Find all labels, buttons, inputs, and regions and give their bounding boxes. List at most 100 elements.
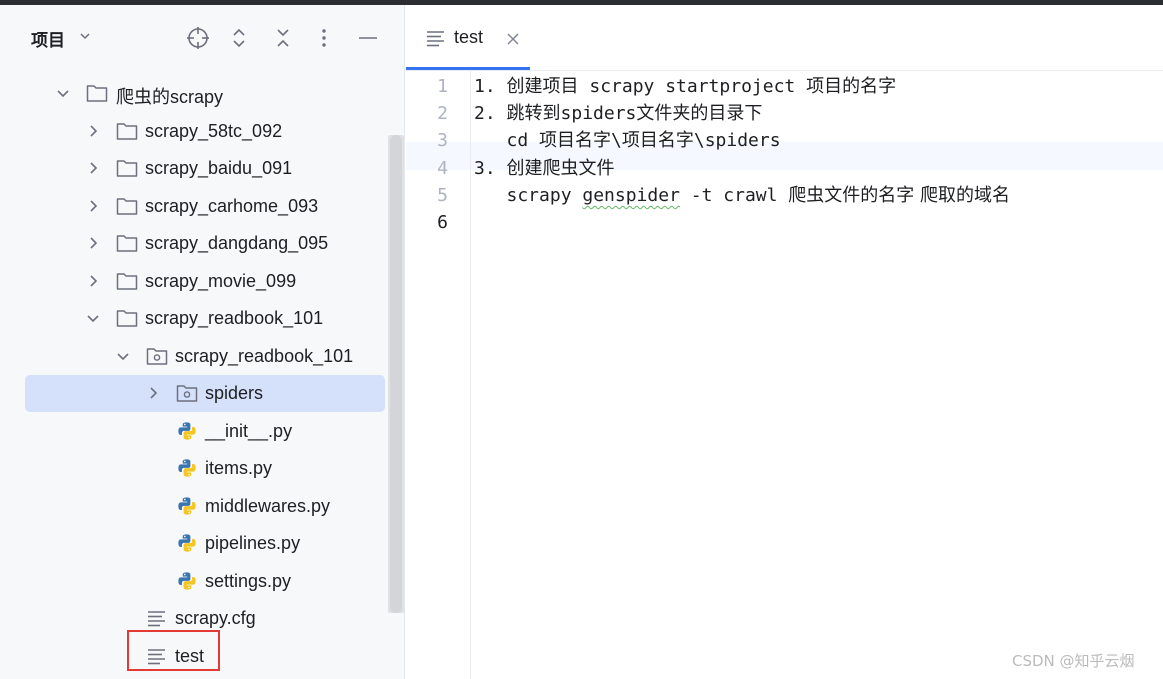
chevron-right-icon[interactable]: [86, 236, 100, 250]
line-number-current: 6: [437, 212, 448, 233]
code-text: 文件夹的目录下: [636, 103, 763, 124]
tree-item-folder[interactable]: scrapy_58tc_092: [0, 113, 385, 150]
chevron-right-icon[interactable]: [86, 199, 100, 213]
package-folder-icon: [146, 348, 168, 365]
expand-all-icon[interactable]: [227, 26, 251, 50]
code-text: 跳转到: [506, 103, 561, 124]
annotation-highlight-box: [127, 630, 220, 671]
tree-item-label: scrapy_dangdang_095: [145, 233, 329, 253]
folder-icon: [116, 123, 138, 140]
tree-item-label: 爬虫的scrapy: [116, 87, 224, 107]
tree-item-label: scrapy_readbook_101: [175, 346, 354, 366]
code-text: \spiders: [693, 130, 781, 151]
text-file-icon: [427, 31, 444, 47]
python-file-icon: [178, 534, 196, 552]
code-text: spiders: [560, 103, 637, 124]
tree-item-label: __init__.py: [205, 421, 293, 441]
python-file-icon: [178, 459, 196, 477]
more-options-icon[interactable]: [312, 26, 336, 50]
tree-item-python-file[interactable]: middlewares.py: [0, 488, 385, 525]
python-file-icon: [178, 497, 196, 515]
folder-icon: [116, 235, 138, 252]
project-panel: 项目 爬虫的scrapy scrapy_58tc_092 scrapy_baid…: [0, 5, 405, 679]
code-line: 3. 创建爬虫文件: [474, 155, 615, 182]
locate-icon[interactable]: [186, 26, 210, 50]
code-line: cd 项目名字\项目名字\spiders: [474, 127, 781, 154]
tree-item-label: spiders: [205, 383, 264, 403]
scrollbar[interactable]: [388, 135, 404, 613]
code-line: 2. 跳转到spiders文件夹的目录下: [474, 100, 762, 127]
tree-item-python-file[interactable]: pipelines.py: [0, 525, 385, 562]
tree-item-package-selected[interactable]: spiders: [0, 375, 385, 412]
folder-icon: [116, 273, 138, 290]
code-text: 2.: [474, 103, 507, 124]
text-file-icon: [148, 611, 165, 627]
package-folder-icon: [176, 385, 198, 402]
code-text: cd: [474, 130, 540, 151]
tree-item-folder[interactable]: scrapy_movie_099: [0, 263, 385, 300]
tree-item-python-file[interactable]: settings.py: [0, 563, 385, 600]
code-text: 1.: [474, 76, 507, 97]
code-text: \: [611, 130, 622, 151]
code-text: scrapy startproject: [578, 76, 807, 97]
close-icon[interactable]: [506, 32, 520, 46]
code-text: -t crawl: [679, 185, 789, 206]
project-panel-title[interactable]: 项目: [31, 26, 65, 51]
code-text: 创建项目: [506, 76, 579, 97]
code-text: 爬虫文件的名字 爬取的域名: [788, 185, 1011, 206]
folder-icon: [116, 198, 138, 215]
code-text-spellcheck: genspider: [582, 185, 680, 206]
line-number: 1: [437, 76, 448, 97]
chevron-down-icon[interactable]: [56, 86, 70, 100]
chevron-down-icon[interactable]: [116, 349, 130, 363]
code-text: 项目的名字: [806, 76, 897, 97]
tree-item-label: scrapy.cfg: [175, 608, 256, 628]
chevron-right-icon[interactable]: [86, 274, 100, 288]
python-file-icon: [178, 572, 196, 590]
tree-item-folder[interactable]: scrapy_carhome_093: [0, 188, 385, 225]
code-text: 创建爬虫文件: [506, 158, 615, 179]
editor: test 1 2 3 4 5 6 1. 创建项目 scrapy startpro…: [406, 5, 1163, 679]
minimize-icon[interactable]: [356, 26, 380, 50]
tree-item-python-file[interactable]: items.py: [0, 450, 385, 487]
line-number: 4: [437, 158, 448, 179]
collapse-all-icon[interactable]: [271, 26, 295, 50]
chevron-down-icon[interactable]: [78, 29, 92, 43]
code-line: 1. 创建项目 scrapy startproject 项目的名字: [474, 73, 896, 100]
tree-item-package[interactable]: scrapy_readbook_101: [0, 338, 385, 375]
tree-item-folder[interactable]: scrapy_baidu_091: [0, 150, 385, 187]
scrollbar-thumb[interactable]: [390, 135, 402, 613]
code-text: 3.: [474, 158, 507, 179]
folder-icon: [116, 160, 138, 177]
project-panel-header: 项目: [0, 5, 405, 69]
tree-item-label: scrapy_baidu_091: [145, 158, 293, 178]
tab-label: test: [454, 27, 484, 47]
tree-item-folder[interactable]: scrapy_readbook_101: [0, 300, 385, 337]
python-file-icon: [178, 422, 196, 440]
line-number: 3: [437, 130, 448, 151]
tree-item-python-file[interactable]: __init__.py: [0, 413, 385, 450]
tree-item-label: pipelines.py: [205, 533, 301, 553]
line-number: 5: [437, 185, 448, 206]
code-text: 项目名字: [539, 130, 612, 151]
folder-icon: [116, 310, 138, 327]
tree-item-label: settings.py: [205, 571, 292, 591]
chevron-right-icon[interactable]: [86, 124, 100, 138]
line-number: 2: [437, 103, 448, 124]
editor-tab-test[interactable]: test: [406, 5, 530, 70]
tree-item-label: items.py: [205, 458, 273, 478]
code-editor[interactable]: 1. 创建项目 scrapy startproject 项目的名字 2. 跳转到…: [471, 71, 1163, 679]
tree-item-label: middlewares.py: [205, 496, 331, 516]
tree-item-label: scrapy_movie_099: [145, 271, 297, 291]
tree-item-label: scrapy_58tc_092: [145, 121, 283, 141]
tree-item-folder[interactable]: scrapy_dangdang_095: [0, 225, 385, 262]
line-number-gutter: 1 2 3 4 5 6: [406, 71, 471, 679]
chevron-right-icon[interactable]: [86, 161, 100, 175]
chevron-down-icon[interactable]: [86, 311, 100, 325]
code-line: scrapy genspider -t crawl 爬虫文件的名字 爬取的域名: [474, 182, 1011, 209]
chevron-right-icon[interactable]: [146, 386, 160, 400]
tree-item-root-folder[interactable]: 爬虫的scrapy: [0, 75, 385, 112]
watermark: CSDN @知乎云烟: [1012, 652, 1135, 670]
code-text: 项目名字: [621, 130, 694, 151]
code-text: scrapy: [474, 185, 583, 206]
